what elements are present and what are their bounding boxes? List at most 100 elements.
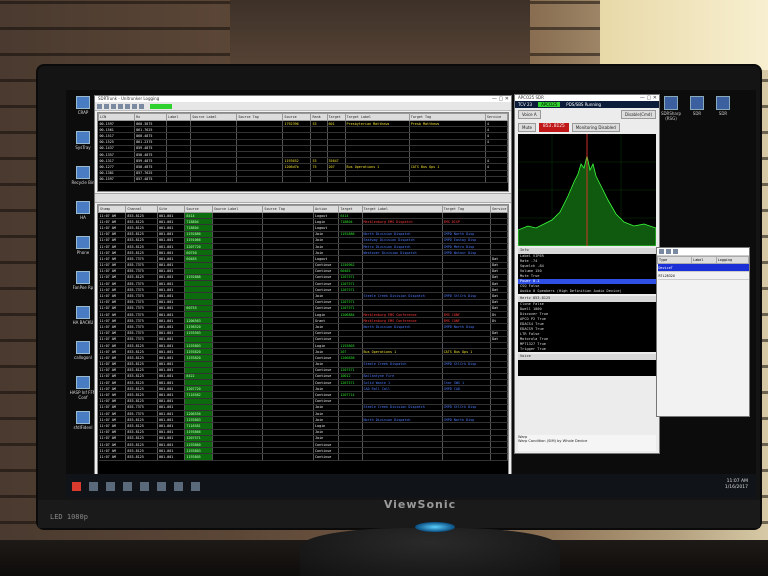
table-row[interactable]: RTL2832U <box>657 271 749 280</box>
sdr-button-row: Voice A Disable(Cmd) <box>515 108 659 121</box>
app-icon <box>664 96 678 110</box>
desktop-icon[interactable]: SDRSharp (RSG) <box>660 96 682 121</box>
desktop-icon-label: HASP Inf FFM Conf <box>69 390 97 400</box>
toolbar-icon[interactable] <box>104 103 109 109</box>
column-header[interactable]: Service <box>490 205 508 213</box>
desktop-icon-label: FanPoe Rp <box>72 285 94 290</box>
disable-button[interactable]: Disable(Cmd) <box>620 110 656 119</box>
column-header[interactable]: Stamp <box>98 205 127 213</box>
column-header[interactable]: Source Label <box>190 113 238 121</box>
tab-apco25[interactable]: APCO25 <box>538 102 561 107</box>
desktop-icon[interactable]: SDR <box>712 96 734 116</box>
desktop-icon-label: sfdlFidenl <box>73 425 93 430</box>
column-header[interactable]: Channel <box>125 205 159 213</box>
column-header[interactable]: Rank <box>310 113 328 121</box>
frequency-display: 853.8125 <box>539 123 569 132</box>
app-icon <box>76 96 90 109</box>
table-cell <box>236 176 284 183</box>
column-header[interactable]: Action <box>313 205 340 213</box>
app-icon <box>76 411 90 424</box>
table-cell <box>691 271 717 280</box>
wall-shadow <box>230 0 530 70</box>
mute-button[interactable]: Mute <box>518 123 537 132</box>
app-icon <box>76 271 90 284</box>
toolbar-icon[interactable] <box>97 103 102 109</box>
column-header[interactable]: Target Tag <box>441 205 492 213</box>
desktop-icon-label: SDR <box>692 111 702 116</box>
taskbar-app-icon[interactable] <box>106 481 115 491</box>
app-icon <box>690 96 704 110</box>
column-header[interactable]: Rx <box>134 113 168 121</box>
column-header[interactable]: Source Tag <box>262 205 315 213</box>
column-header[interactable]: Service <box>484 113 508 121</box>
table-cell <box>310 176 328 183</box>
column-header[interactable]: Target <box>326 113 346 121</box>
toolbar-icon[interactable] <box>125 103 130 109</box>
column-header[interactable]: Source Tag <box>236 113 284 121</box>
column-header[interactable]: Target Label <box>344 113 410 121</box>
splitter-bar[interactable] <box>95 193 511 203</box>
column-header[interactable]: Logging <box>715 256 750 264</box>
column-header[interactable]: LCN <box>98 113 136 121</box>
table-cell <box>490 453 508 461</box>
tab-tcv[interactable]: TCV 23 <box>518 102 532 107</box>
taskbar-app-icon[interactable] <box>157 481 166 491</box>
taskbar-app-icon[interactable] <box>123 481 132 491</box>
taskbar-clock[interactable]: 11:07 AM 1/16/2017 <box>725 479 748 491</box>
window-controls[interactable]: — ▢ ✕ <box>492 96 509 102</box>
column-header[interactable]: Target Label <box>361 205 443 213</box>
window-controls[interactable]: — ▢ ✕ <box>640 95 657 101</box>
desktop-icon-label: Recycle Bin <box>71 180 95 185</box>
toolbar-icon[interactable] <box>118 103 123 109</box>
column-header[interactable]: Target <box>338 205 363 213</box>
toolbar-icon[interactable] <box>673 249 678 254</box>
table-cell <box>166 176 192 183</box>
desktop-icon[interactable]: SDR <box>686 96 708 116</box>
sdr-decoder-window: APCO25 SDR — ▢ ✕ TCV 23 APCO25 PDS/SBS R… <box>514 94 660 454</box>
taskbar-app-icon[interactable] <box>174 481 183 491</box>
toolbar-icon[interactable] <box>132 103 137 109</box>
table-cell <box>485 176 508 183</box>
column-header[interactable]: Target Tag <box>408 113 486 121</box>
app-icon <box>76 236 90 249</box>
toolbar-icon[interactable] <box>659 249 664 254</box>
spectrum-display <box>517 134 657 247</box>
monitoring-button[interactable]: Monitoring Disabled <box>571 123 620 132</box>
spectrum-plot <box>517 134 657 247</box>
column-header[interactable]: Label <box>691 256 717 264</box>
tab-running[interactable]: PDS/SBS Running <box>566 102 601 107</box>
app-icon <box>76 376 90 389</box>
table-cell <box>327 176 346 183</box>
voice-button[interactable]: Voice A <box>518 110 541 119</box>
column-header[interactable]: Type <box>656 256 693 264</box>
column-header[interactable]: Source <box>282 113 312 121</box>
table-row[interactable]: 11:07 AM 853.8125 001-001 1193805 Continue <box>98 453 508 461</box>
start-icon[interactable] <box>72 481 81 491</box>
table-cell <box>190 176 238 183</box>
sdr-tabs: TCV 23 APCO25 PDS/SBS Running <box>515 101 659 108</box>
power-light <box>415 522 455 532</box>
table-cell <box>409 176 486 183</box>
table-row[interactable]: DeviceT <box>657 263 749 272</box>
column-header[interactable]: Source Label <box>211 205 264 213</box>
device-toolbar <box>657 248 749 256</box>
table-cell: 857.4875 <box>134 176 168 183</box>
taskbar-app-icon[interactable] <box>140 481 149 491</box>
desktop-icon-label: HA BACKU <box>72 320 94 325</box>
desktop-icon-label: SDR <box>718 111 728 116</box>
column-header[interactable]: Source <box>184 205 213 213</box>
table-row[interactable]: 00-1597 857.4875 <box>98 176 508 183</box>
table-cell <box>716 271 749 280</box>
device-window: Type Label Logging DeviceT RTL2832U <box>656 247 750 417</box>
taskbar-app-icon[interactable] <box>191 481 200 491</box>
column-header[interactable]: Site <box>157 205 186 213</box>
voice-panel: Voice <box>518 354 656 376</box>
monitor-stand <box>300 528 560 576</box>
taskbar-app-icon[interactable] <box>89 481 98 491</box>
param-line[interactable]: Trigger True <box>518 347 656 352</box>
column-header[interactable]: Label <box>166 113 192 121</box>
toolbar-icon[interactable] <box>666 249 671 254</box>
table-cell: 00-1597 <box>98 176 136 183</box>
toolbar-icon[interactable] <box>111 103 116 109</box>
toolbar-icon[interactable] <box>139 103 144 109</box>
